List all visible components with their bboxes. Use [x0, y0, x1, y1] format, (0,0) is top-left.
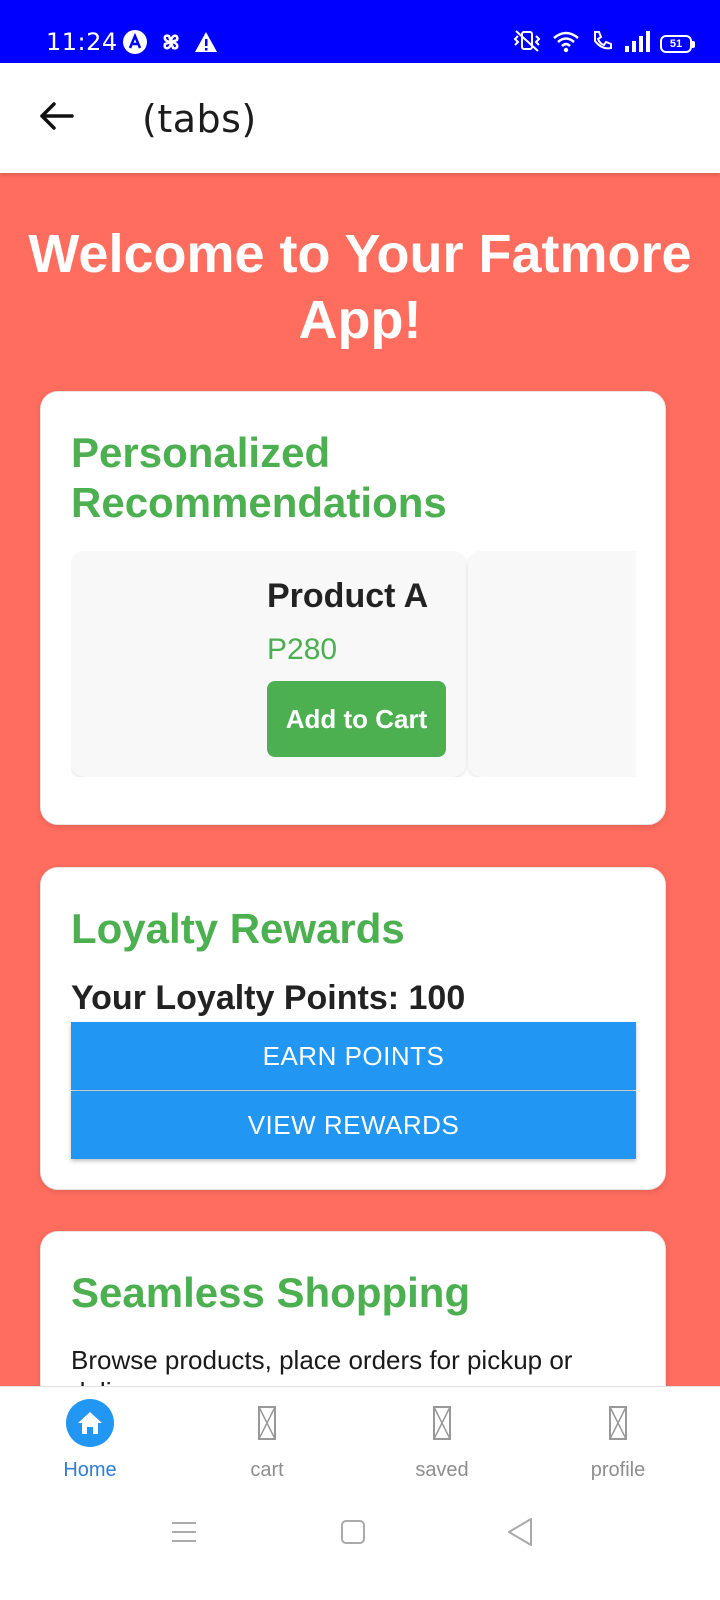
tab-profile[interactable]: profile: [528, 1387, 708, 1501]
product-card[interactable]: Product A P280 Add to Cart: [71, 551, 466, 777]
home-icon: [66, 1399, 114, 1447]
header-title: (tabs): [142, 97, 257, 141]
shopping-description: Browse products, place orders for pickup…: [71, 1345, 573, 1386]
menu-button[interactable]: [162, 1512, 206, 1556]
app-header: (tabs): [0, 63, 720, 173]
shopping-title: Seamless Shopping: [71, 1269, 471, 1316]
back-triangle-icon: [506, 1517, 534, 1552]
menu-icon: [171, 1521, 197, 1548]
fan-icon: [158, 29, 184, 60]
home-square-icon: [340, 1519, 366, 1550]
status-right-icons: 51: [512, 29, 695, 58]
view-rewards-button[interactable]: VIEW REWARDS: [71, 1091, 636, 1159]
shopping-card: Seamless Shopping Browse products, place…: [40, 1231, 666, 1386]
product-carousel[interactable]: Product A P280 Add to Cart: [71, 551, 636, 777]
tab-home-label: Home: [63, 1459, 117, 1481]
call-icon: [590, 29, 614, 58]
product-price: P280: [267, 633, 338, 666]
status-left-icons: [122, 29, 218, 60]
product-name: Product A: [267, 577, 429, 615]
product-card-partial[interactable]: [468, 551, 636, 777]
wifi-icon: [552, 29, 580, 58]
home-button[interactable]: [331, 1512, 375, 1556]
tab-profile-label: profile: [590, 1459, 646, 1481]
loyalty-card: Loyalty Rewards Your Loyalty Points: 100…: [40, 867, 666, 1190]
tab-saved[interactable]: saved: [352, 1387, 532, 1501]
recommendations-card: Personalized Recommendations Product A P…: [40, 391, 666, 825]
warning-icon: [194, 31, 218, 58]
loyalty-title: Loyalty Rewards: [71, 905, 405, 952]
recommendations-title: Personalized Recommendations: [71, 429, 447, 526]
loyalty-points: Your Loyalty Points: 100: [71, 979, 466, 1017]
missing-image-icon: [594, 1399, 642, 1447]
back-nav-button[interactable]: [498, 1512, 542, 1556]
tab-cart[interactable]: cart: [177, 1387, 357, 1501]
missing-image-icon: [418, 1399, 466, 1447]
welcome-title: Welcome to Your Fatmore App!: [28, 224, 692, 350]
signal-icon: [624, 30, 650, 57]
a-circle-icon: [122, 29, 148, 60]
arrow-left-icon: [38, 101, 74, 136]
tab-saved-label: saved: [415, 1459, 469, 1481]
add-to-cart-button[interactable]: Add to Cart: [267, 681, 446, 757]
status-time: 11:24: [46, 28, 118, 56]
missing-image-icon: [243, 1399, 291, 1447]
back-button[interactable]: [34, 96, 78, 140]
earn-points-button[interactable]: EARN POINTS: [71, 1022, 636, 1090]
battery-icon: 51: [660, 34, 695, 53]
tab-home[interactable]: Home: [0, 1387, 180, 1501]
vibrate-icon: [512, 29, 542, 58]
status-bar: 11:24 51: [0, 0, 720, 63]
tab-cart-label: cart: [250, 1459, 284, 1481]
main-content[interactable]: Welcome to Your Fatmore App! Personalize…: [0, 173, 720, 1386]
system-nav-bar: [0, 1500, 720, 1600]
bottom-tab-bar: Home cart saved profile: [0, 1386, 720, 1500]
